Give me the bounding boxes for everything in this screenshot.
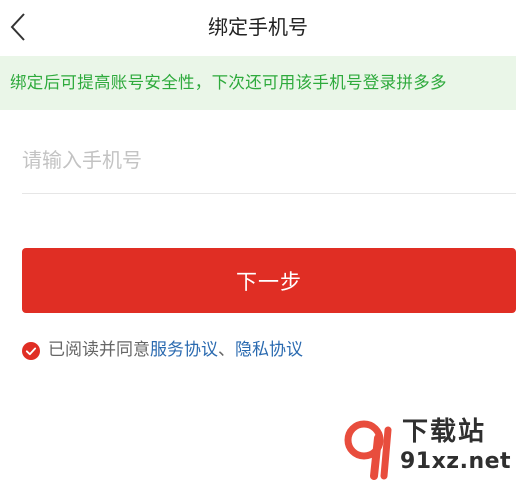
notice-text: 绑定后可提高账号安全性，下次还可用该手机号登录拼多多 (10, 73, 447, 92)
privacy-agreement-link[interactable]: 隐私协议 (235, 340, 303, 360)
agreement-text: 已阅读并同意服务协议、隐私协议 (48, 338, 303, 362)
agreement-prefix: 已阅读并同意 (48, 340, 150, 360)
checkmark-circle-icon (22, 342, 40, 360)
watermark-url: 91xz.net (400, 449, 512, 474)
service-agreement-link[interactable]: 服务协议 (150, 340, 218, 360)
agreement-separator: 、 (218, 340, 235, 360)
page-title: 绑定手机号 (208, 15, 308, 39)
agreement-checkbox[interactable] (22, 342, 40, 360)
watermark: 下载站 91xz.net (340, 416, 512, 480)
notice-banner: 绑定后可提高账号安全性，下次还可用该手机号登录拼多多 (0, 56, 516, 110)
next-step-button[interactable]: 下一步 (22, 248, 516, 313)
phone-input[interactable] (22, 136, 494, 184)
watermark-text: 下载站 (402, 417, 487, 447)
input-divider (22, 193, 516, 194)
watermark-logo-icon (340, 416, 398, 480)
nav-bar: 绑定手机号 (0, 0, 516, 54)
